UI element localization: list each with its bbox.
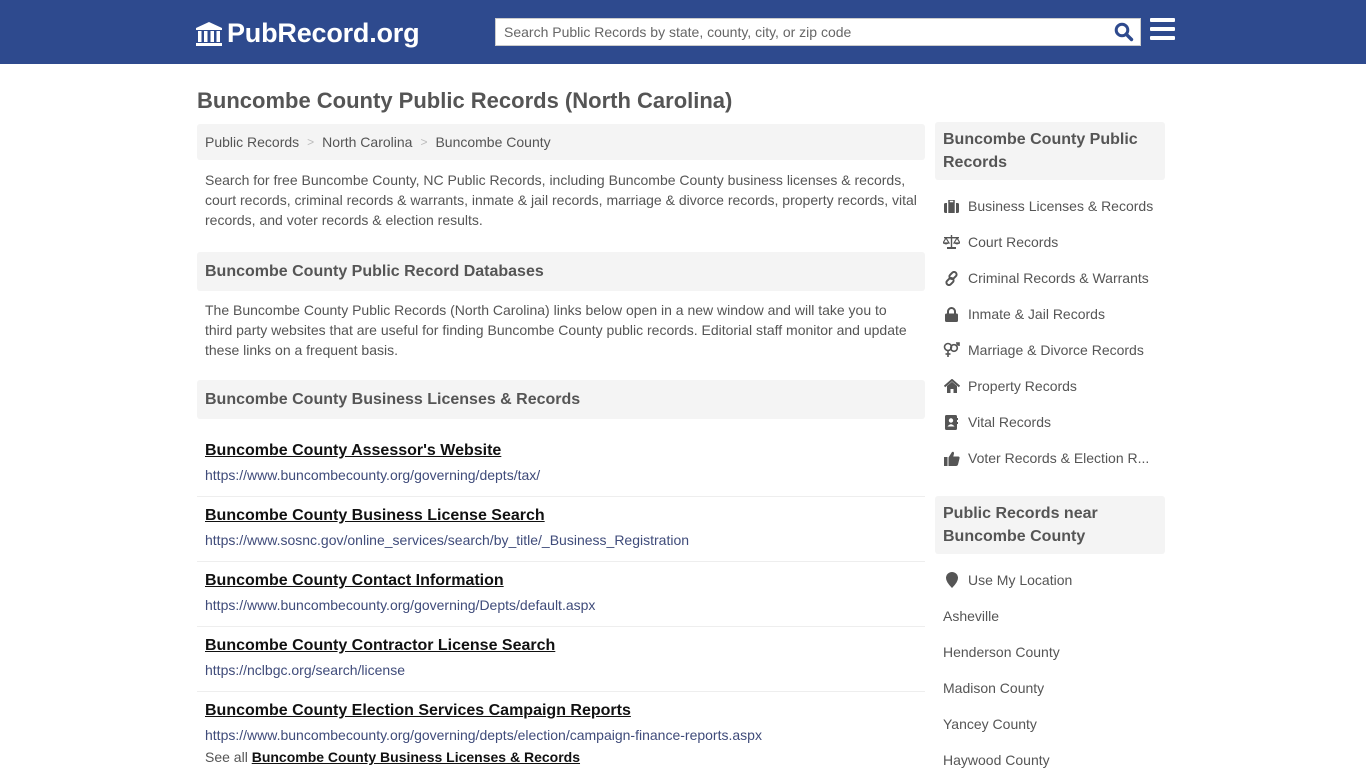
breadcrumb-north-carolina[interactable]: North Carolina [322, 134, 412, 150]
nearby-item-label: Haywood County [943, 752, 1050, 768]
sidebar-nearby-list: Use My Location Asheville Henderson Coun… [935, 554, 1165, 778]
menu-bar-icon [1150, 36, 1175, 40]
nearby-item-henderson-county[interactable]: Henderson County [935, 634, 1165, 670]
balance-scale-icon [943, 234, 960, 250]
sidebar-item-label: Voter Records & Election R... [968, 450, 1150, 466]
sidebar-item-label: Business Licenses & Records [968, 198, 1154, 214]
business-links-list: Buncombe County Assessor's Website https… [197, 432, 925, 757]
sidebar-item-label: Vital Records [968, 414, 1052, 430]
intro-text: Search for free Buncombe County, NC Publ… [205, 172, 917, 228]
nearby-item-haywood-county[interactable]: Haywood County [935, 742, 1165, 778]
sidebar-item-property[interactable]: Property Records [935, 368, 1165, 404]
record-link-url: https://www.buncombecounty.org/governing… [205, 727, 762, 743]
sidebar-records-list: Business Licenses & Records Court Record… [935, 180, 1165, 476]
lock-icon [943, 306, 960, 322]
menu-bar-icon [1150, 18, 1175, 22]
record-link-title[interactable]: Buncombe County Business License Search [205, 506, 917, 526]
menu-bar-icon [1150, 27, 1175, 31]
link-icon [943, 270, 960, 286]
sidebar-item-inmate[interactable]: Inmate & Jail Records [935, 296, 1165, 332]
sidebar-item-label: Property Records [968, 378, 1077, 394]
use-my-location-button[interactable]: Use My Location [935, 562, 1165, 598]
sidebar-item-marriage[interactable]: Marriage & Divorce Records [935, 332, 1165, 368]
record-link-title[interactable]: Buncombe County Assessor's Website [205, 441, 917, 461]
thumbs-up-icon [943, 450, 960, 466]
databases-heading: Buncombe County Public Record Databases [197, 252, 925, 291]
sidebar-item-business[interactable]: Business Licenses & Records [935, 188, 1165, 224]
use-my-location-label: Use My Location [968, 572, 1073, 588]
nearby-item-label: Yancey County [943, 716, 1037, 732]
search-button[interactable] [1108, 19, 1140, 45]
nearby-item-label: Asheville [943, 608, 1000, 624]
page-title: Buncombe County Public Records (North Ca… [197, 88, 733, 113]
search-icon [1114, 22, 1134, 42]
sidebar-nearby-heading: Public Records near Buncombe County [935, 496, 1165, 554]
nearby-item-label: Madison County [943, 680, 1045, 696]
sidebar-item-label: Marriage & Divorce Records [968, 342, 1144, 358]
venus-mars-icon [943, 342, 960, 358]
databases-description: The Buncombe County Public Records (Nort… [205, 302, 907, 358]
business-section-heading: Buncombe County Business Licenses & Reco… [197, 380, 925, 419]
list-item: Buncombe County Assessor's Website https… [197, 432, 925, 497]
sidebar-item-voter[interactable]: Voter Records & Election R... [935, 440, 1165, 476]
record-link-title[interactable]: Buncombe County Contact Information [205, 571, 917, 591]
list-item: Buncombe County Election Services Campai… [197, 692, 925, 757]
nearby-item-label: Henderson County [943, 644, 1060, 660]
list-item: Buncombe County Contact Information http… [197, 562, 925, 627]
breadcrumb-buncombe-county[interactable]: Buncombe County [435, 134, 550, 150]
list-item: Buncombe County Business License Search … [197, 497, 925, 562]
nearby-item-asheville[interactable]: Asheville [935, 598, 1165, 634]
record-link-url: https://www.buncombecounty.org/governing… [205, 597, 596, 613]
sidebar-records-heading: Buncombe County Public Records [935, 122, 1165, 180]
home-icon [943, 378, 960, 394]
sidebar-item-label: Court Records [968, 234, 1059, 250]
breadcrumb-separator: > [307, 135, 315, 149]
sidebar: Buncombe County Public Records Business … [935, 122, 1165, 778]
record-link-title[interactable]: Buncombe County Election Services Campai… [205, 701, 917, 721]
search-box [495, 18, 1141, 46]
map-marker-icon [943, 572, 960, 588]
sidebar-item-label: Inmate & Jail Records [968, 306, 1105, 322]
sidebar-item-label: Criminal Records & Warrants [968, 270, 1149, 286]
search-input[interactable] [496, 19, 1108, 45]
courthouse-icon [196, 21, 222, 46]
breadcrumb-separator: > [420, 135, 428, 149]
record-link-title[interactable]: Buncombe County Contractor License Searc… [205, 636, 917, 656]
nearby-item-madison-county[interactable]: Madison County [935, 670, 1165, 706]
nearby-item-yancey-county[interactable]: Yancey County [935, 706, 1165, 742]
record-link-url: https://www.sosnc.gov/online_services/se… [205, 532, 690, 548]
site-logo[interactable]: PubRecord.org [195, 18, 420, 49]
record-link-url: https://nclbgc.org/search/license [205, 662, 405, 678]
briefcase-icon [943, 198, 960, 214]
sidebar-item-court[interactable]: Court Records [935, 224, 1165, 260]
see-all-link[interactable]: Buncombe County Business Licenses & Reco… [252, 749, 580, 765]
top-navigation-bar: PubRecord.org [0, 0, 1366, 64]
address-book-icon [943, 414, 960, 430]
sidebar-item-vital[interactable]: Vital Records [935, 404, 1165, 440]
main-content: Public Records > North Carolina > Buncom… [197, 124, 925, 765]
hamburger-menu-button[interactable] [1150, 18, 1176, 44]
breadcrumb-public-records[interactable]: Public Records [205, 134, 299, 150]
see-all-row: See all Buncombe County Business License… [197, 749, 925, 765]
logo-text: PubRecord.org [227, 18, 420, 48]
list-item: Buncombe County Contractor License Searc… [197, 627, 925, 692]
see-all-prefix: See all [205, 749, 248, 765]
breadcrumb: Public Records > North Carolina > Buncom… [197, 124, 925, 160]
sidebar-item-criminal[interactable]: Criminal Records & Warrants [935, 260, 1165, 296]
record-link-url: https://www.buncombecounty.org/governing… [205, 467, 541, 483]
